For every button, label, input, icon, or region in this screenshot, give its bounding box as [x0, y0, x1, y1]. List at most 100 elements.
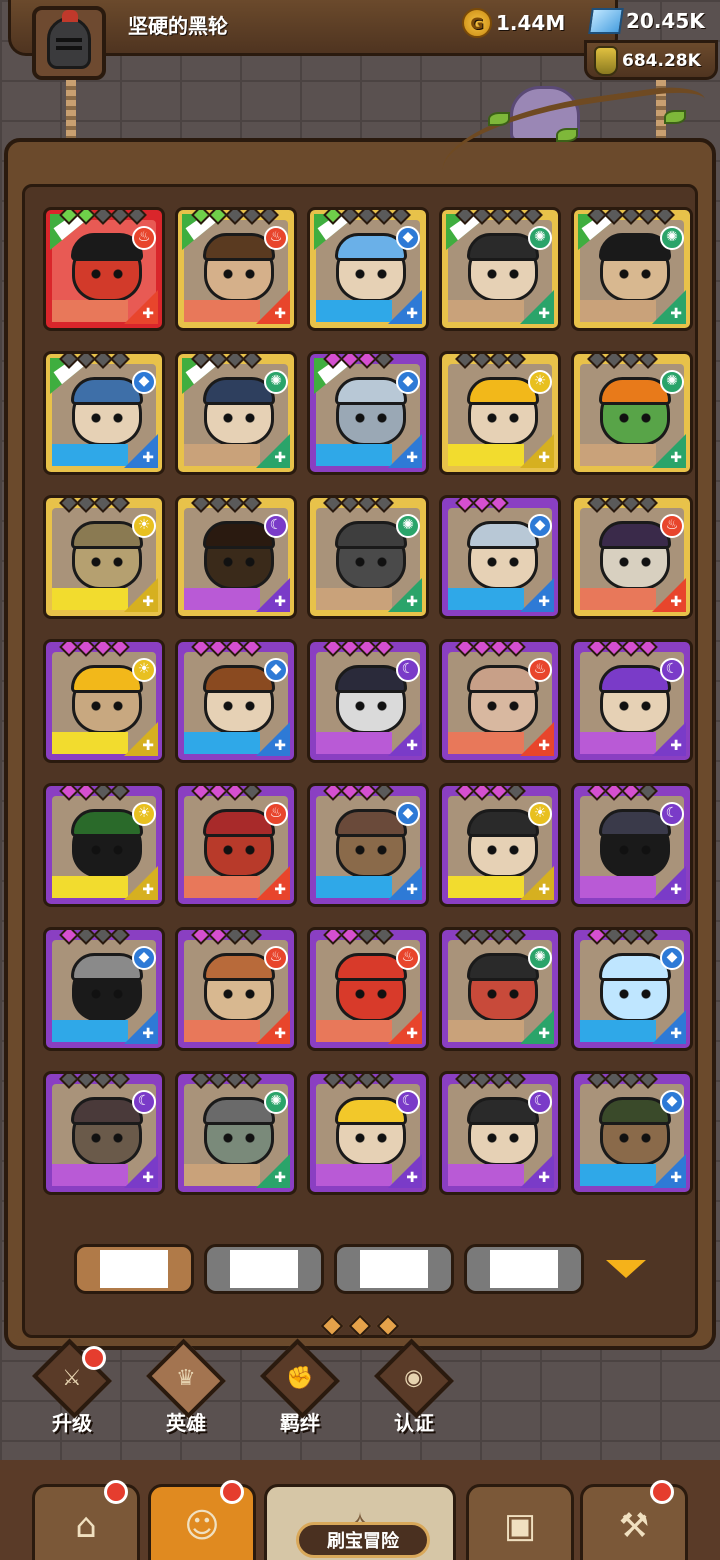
class-weapon-icon: ✚	[274, 594, 286, 610]
subtab-certification[interactable]: ◉ 认证	[366, 1338, 462, 1436]
filter-tab-3[interactable]	[334, 1244, 454, 1294]
hero-star-rank	[59, 642, 130, 657]
filter-tab-2[interactable]	[204, 1244, 324, 1294]
hero-portrait	[467, 377, 539, 446]
hero-portrait	[71, 665, 143, 734]
hero-card[interactable]: ◆ ✚	[43, 927, 165, 1051]
hero-card[interactable]: ✺ ✚	[175, 1071, 297, 1195]
fire-element-icon: ♨	[264, 946, 288, 970]
water-element-icon: ◆	[396, 226, 420, 250]
hero-card[interactable]: ☀ ✚	[439, 351, 561, 475]
expand-filters-arrow-icon[interactable]	[606, 1260, 646, 1278]
hero-card[interactable]: ☾ ✚	[43, 1071, 165, 1195]
hero-card[interactable]: ♨ ✚	[175, 207, 297, 331]
gem-counter[interactable]: 20.45K	[588, 8, 705, 34]
sword-icon: ⚔	[62, 1365, 82, 1391]
hero-card[interactable]: ◆ ✚	[439, 495, 561, 619]
hero-card[interactable]: ✺ ✚	[439, 927, 561, 1051]
hero-card[interactable]: ◆ ✚	[43, 351, 165, 475]
hero-star-rank	[191, 210, 279, 225]
hero-card[interactable]: ◆ ✚	[571, 927, 693, 1051]
hero-card[interactable]: ☾ ✚	[571, 783, 693, 907]
hero-level-bar	[184, 444, 260, 466]
subtab-heroes[interactable]: ♛ 英雄	[138, 1338, 234, 1436]
hero-filter-bar	[74, 1244, 646, 1294]
hero-card[interactable]: ♨ ✚	[571, 495, 693, 619]
hero-star-rank	[59, 498, 130, 513]
hero-card[interactable]: ☾ ✚	[175, 495, 297, 619]
hero-card[interactable]: ✺ ✚	[571, 351, 693, 475]
fire-element-icon: ♨	[264, 226, 288, 250]
subtab-bonds[interactable]: ✊ 羁绊	[252, 1338, 348, 1436]
hero-star-rank	[455, 498, 509, 513]
hero-card[interactable]: ◆ ✚	[175, 639, 297, 763]
essence-counter[interactable]: 684.28K	[594, 46, 701, 76]
hero-card[interactable]: ☀ ✚	[43, 783, 165, 907]
player-avatar[interactable]	[32, 6, 106, 80]
class-weapon-icon: ✚	[142, 882, 154, 898]
hero-eyes	[349, 845, 393, 855]
hero-card[interactable]: ☀ ✚	[43, 639, 165, 763]
dark-element-icon: ☾	[396, 1090, 420, 1114]
hero-card[interactable]: ☾ ✚	[307, 1071, 429, 1195]
hero-card[interactable]: ♨ ✚	[175, 783, 297, 907]
hero-level-bar	[316, 300, 392, 322]
hero-card[interactable]: ☀ ✚	[439, 783, 561, 907]
hero-card[interactable]: ☀ ✚	[43, 495, 165, 619]
light-element-icon: ☀	[132, 802, 156, 826]
hero-card[interactable]: ✺ ✚	[439, 207, 561, 331]
hero-card[interactable]: ✺ ✚	[571, 207, 693, 331]
hero-card[interactable]: ☾ ✚	[307, 639, 429, 763]
hero-card[interactable]: ♨ ✚	[439, 639, 561, 763]
gold-counter[interactable]: G 1.44M	[462, 8, 565, 38]
hero-portrait	[71, 809, 143, 878]
nav-inventory-button[interactable]: ▣	[466, 1484, 574, 1560]
hero-card[interactable]: ☾ ✚	[439, 1071, 561, 1195]
hero-star-rank	[191, 930, 262, 945]
hero-star-rank	[191, 642, 262, 657]
hero-card[interactable]: ☾ ✚	[571, 639, 693, 763]
gem-icon	[588, 8, 624, 34]
hero-card[interactable]: ◆ ✚	[307, 783, 429, 907]
hero-level-bar	[448, 876, 524, 898]
hero-portrait	[71, 233, 143, 302]
hero-portrait	[335, 665, 407, 734]
hero-eyes	[613, 701, 657, 711]
hero-level-bar	[316, 444, 392, 466]
hero-card[interactable]: ♨ ✚	[43, 207, 165, 331]
water-element-icon: ◆	[132, 946, 156, 970]
class-weapon-icon: ✚	[670, 738, 682, 754]
hero-portrait	[599, 377, 671, 446]
hero-portrait	[203, 809, 275, 878]
hero-card[interactable]: ◆ ✚	[571, 1071, 693, 1195]
subtab-upgrade[interactable]: ⚔ 升级	[24, 1338, 120, 1436]
hero-card[interactable]: ◆ ✚	[307, 351, 429, 475]
hero-portrait	[71, 377, 143, 446]
hero-card[interactable]: ◆ ✚	[307, 207, 429, 331]
wind-element-icon: ✺	[264, 1090, 288, 1114]
filter-tab-1[interactable]	[74, 1244, 194, 1294]
filter-label	[230, 1250, 298, 1288]
hero-portrait	[599, 1097, 671, 1166]
filter-tab-4[interactable]	[464, 1244, 584, 1294]
hero-card[interactable]: ✺ ✚	[175, 351, 297, 475]
class-weapon-icon: ✚	[274, 738, 286, 754]
hero-level-bar	[52, 300, 128, 322]
water-element-icon: ◆	[396, 802, 420, 826]
class-weapon-icon: ✚	[406, 594, 418, 610]
hero-eyes	[217, 989, 261, 999]
hero-level-bar	[316, 588, 392, 610]
hero-card[interactable]: ♨ ✚	[175, 927, 297, 1051]
wind-element-icon: ✺	[660, 370, 684, 394]
hero-card[interactable]: ✺ ✚	[307, 495, 429, 619]
class-weapon-icon: ✚	[142, 738, 154, 754]
fist-icon: ✊	[286, 1366, 314, 1391]
panel-divider-ornament	[316, 1312, 406, 1342]
hero-eyes	[217, 557, 261, 567]
hero-level-bar	[580, 1020, 656, 1042]
wind-element-icon: ✺	[660, 226, 684, 250]
class-weapon-icon: ✚	[142, 306, 154, 322]
hero-eyes	[217, 701, 261, 711]
hero-portrait	[203, 953, 275, 1022]
hero-card[interactable]: ♨ ✚	[307, 927, 429, 1051]
